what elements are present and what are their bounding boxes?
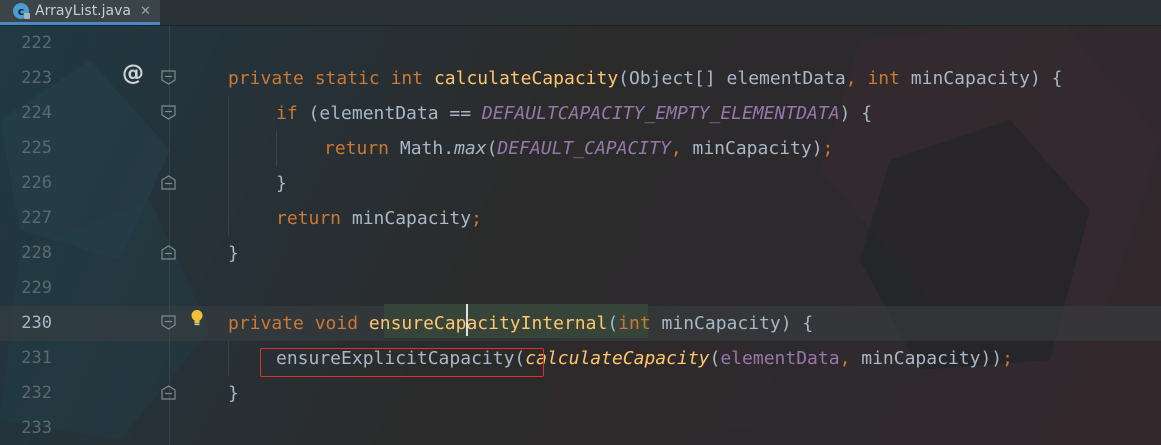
fold-open-icon[interactable] xyxy=(160,314,177,331)
code-text: private static int calculateCapacity(Obj… xyxy=(228,68,1063,89)
indent-guide xyxy=(228,341,229,376)
override-marker-icon[interactable]: @ xyxy=(122,61,144,86)
line-number: 232 xyxy=(21,383,52,403)
line-number: 231 xyxy=(21,348,52,368)
code-text: return minCapacity; xyxy=(276,208,482,229)
line-number: 227 xyxy=(21,208,52,228)
line-number: 222 xyxy=(21,33,52,53)
line-number: 223 xyxy=(21,68,52,88)
text-cursor xyxy=(466,304,468,336)
fold-close-icon[interactable] xyxy=(160,174,177,191)
line-number: 224 xyxy=(21,103,52,123)
editor-window: c ArrayList.java ✕ 222 223 private stati… xyxy=(0,0,1161,445)
code-text: } xyxy=(228,383,239,404)
fold-close-icon[interactable] xyxy=(160,244,177,261)
java-class-icon: c xyxy=(13,3,30,19)
code-line[interactable]: 233 xyxy=(0,411,1161,445)
line-number: 228 xyxy=(21,243,52,263)
annotation-highlight-box xyxy=(260,348,544,377)
tab-title: ArrayList.java xyxy=(35,3,131,19)
lightbulb-icon[interactable] xyxy=(190,309,204,327)
fold-close-icon[interactable] xyxy=(160,384,177,401)
line-number: 233 xyxy=(21,418,52,438)
code-text: return Math.max(DEFAULT_CAPACITY, minCap… xyxy=(324,138,834,159)
code-line[interactable]: 227 return minCapacity; xyxy=(0,201,1161,236)
code-text: } xyxy=(228,243,239,264)
gutter-divider xyxy=(169,26,170,445)
code-text: } xyxy=(276,173,287,194)
line-number: 225 xyxy=(21,138,52,158)
code-line[interactable]: 222 xyxy=(0,26,1161,61)
code-text: private void ensureCapacityInternal(int … xyxy=(228,313,814,334)
fold-open-icon[interactable] xyxy=(160,104,177,121)
line-number: 226 xyxy=(21,173,52,193)
close-icon[interactable]: ✕ xyxy=(140,4,151,19)
fold-open-icon[interactable] xyxy=(160,69,177,86)
indent-guide xyxy=(228,96,229,236)
line-number: 229 xyxy=(21,278,52,298)
code-line[interactable]: 229 xyxy=(0,271,1161,306)
code-line[interactable]: 231 ensureExplicitCapacity(calculateCapa… xyxy=(0,341,1161,376)
tab-arraylist[interactable]: c ArrayList.java ✕ xyxy=(0,0,160,25)
code-line[interactable]: 225 return Math.max(DEFAULT_CAPACITY, mi… xyxy=(0,131,1161,166)
tab-bar: c ArrayList.java ✕ xyxy=(0,0,1161,26)
code-text: if (elementData == DEFAULTCAPACITY_EMPTY… xyxy=(276,103,873,124)
indent-guide xyxy=(276,131,277,166)
